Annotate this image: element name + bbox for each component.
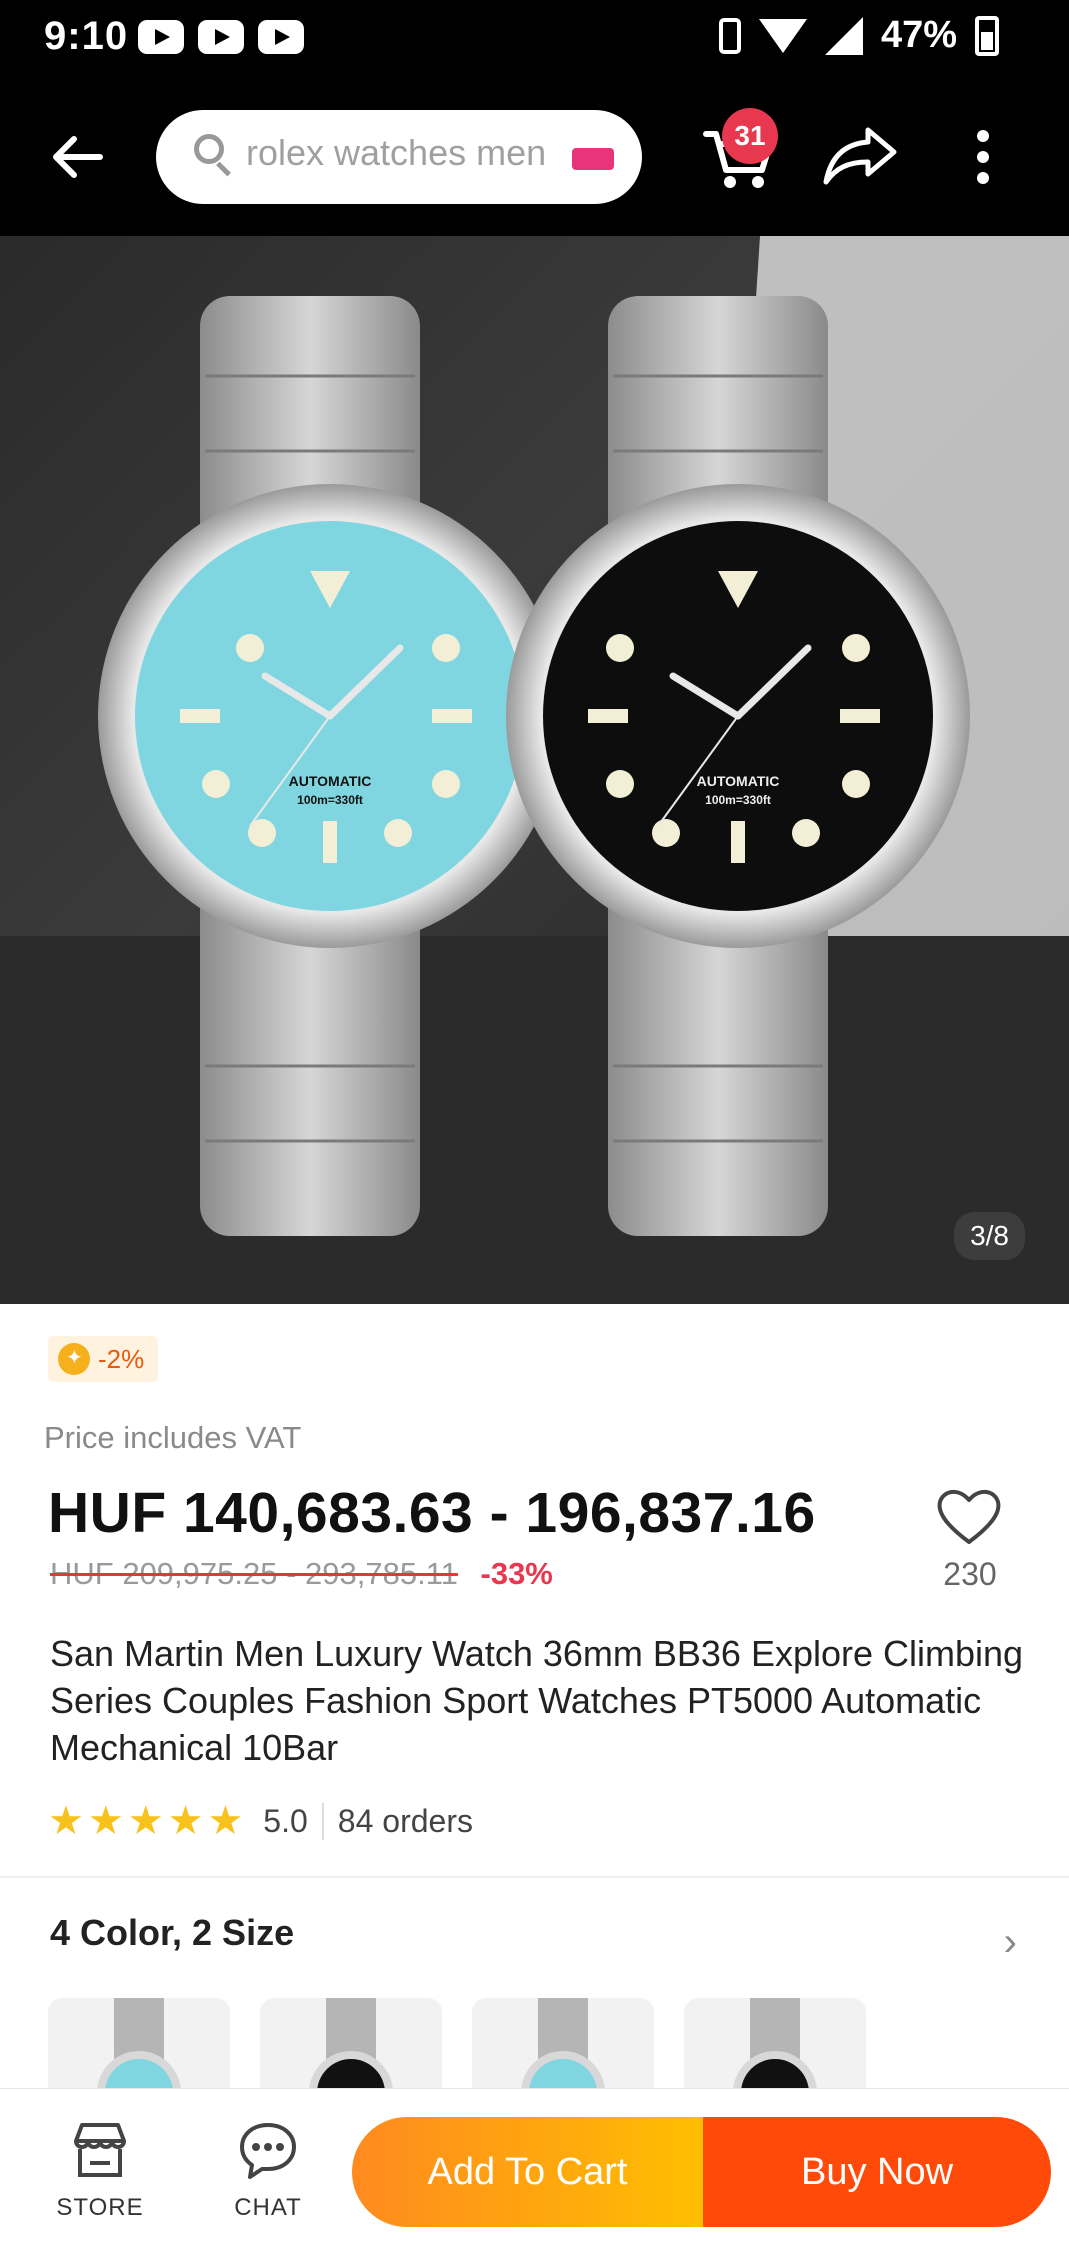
image-counter: 3/8	[954, 1212, 1025, 1260]
orders-count: 84 orders	[337, 1802, 473, 1839]
variant-thumb-black[interactable]	[684, 1998, 866, 2088]
search-input[interactable]: rolex watches men	[156, 110, 642, 204]
wifi-icon	[758, 18, 807, 53]
product-image-gallery[interactable]: AUTOMATIC 100m=330ft AUTOMATIC 100m=330f…	[0, 236, 1069, 1304]
store-label: STORE	[56, 2194, 144, 2221]
watch-pair-image: AUTOMATIC 100m=330ft AUTOMATIC 100m=330f…	[0, 236, 1069, 1304]
battery-percent: 47%	[880, 14, 957, 56]
back-arrow-icon[interactable]	[44, 123, 112, 191]
dial-text-depth: 100m=330ft	[297, 793, 363, 807]
signal-icon	[824, 16, 863, 55]
star-icon: ★	[167, 1799, 204, 1843]
search-query: rolex watches men	[246, 132, 547, 173]
variant-thumbnails	[48, 1998, 866, 2088]
chat-icon	[240, 2123, 296, 2179]
vat-note: Price includes VAT	[44, 1420, 302, 1455]
star-icon: ★	[207, 1799, 244, 1843]
rating-row[interactable]: ★ ★ ★ ★ ★ 5.0 84 orders	[48, 1798, 473, 1844]
store-button[interactable]: STORE	[40, 2119, 160, 2222]
status-bar: 9:10 47%	[0, 0, 1069, 78]
star-icon: ★	[127, 1799, 164, 1843]
add-to-cart-button[interactable]: Add To Cart	[352, 2117, 703, 2227]
divider	[0, 1876, 1069, 1878]
cart-badge: 31	[722, 108, 778, 164]
share-icon[interactable]	[820, 120, 902, 190]
coin-discount-badge[interactable]: -2%	[48, 1336, 159, 1382]
original-price: HUF 209,975.25 - 293,785.11	[50, 1556, 458, 1591]
store-icon	[74, 2123, 126, 2177]
coin-discount-text: -2%	[98, 1343, 145, 1374]
search-icon	[194, 134, 224, 164]
notification-icons	[138, 20, 304, 54]
variant-selector[interactable]: 4 Color, 2 Size	[50, 1912, 294, 1954]
original-price-row: HUF 209,975.25 - 293,785.11 -33%	[50, 1556, 553, 1592]
wishlist-count: 230	[943, 1556, 997, 1592]
status-time: 9:10	[44, 14, 129, 58]
chat-button[interactable]: CHAT	[208, 2119, 328, 2222]
vibrate-icon	[718, 17, 741, 54]
heart-icon[interactable]	[934, 1484, 1004, 1548]
star-icon: ★	[87, 1799, 124, 1843]
dial-text-automatic: AUTOMATIC	[697, 773, 780, 789]
top-nav: rolex watches men 31	[0, 78, 1069, 236]
youtube-icon	[198, 20, 244, 54]
star-icon: ★	[48, 1799, 84, 1843]
variant-thumb-black[interactable]	[260, 1998, 442, 2088]
coupon-icon[interactable]	[572, 148, 614, 170]
rating-value: 5.0	[263, 1802, 324, 1840]
product-title: San Martin Men Luxury Watch 36mm BB36 Ex…	[50, 1633, 1024, 1768]
discount-percent: -33%	[480, 1556, 553, 1591]
variant-thumb-blue[interactable]	[48, 1998, 230, 2088]
price-range: HUF 140,683.63 - 196,837.16	[48, 1481, 816, 1545]
chevron-right-icon[interactable]: ›	[1004, 1920, 1017, 1965]
coin-icon	[58, 1343, 90, 1375]
battery-icon	[975, 15, 999, 56]
youtube-icon	[258, 20, 304, 54]
variant-thumb-blue[interactable]	[472, 1998, 654, 2088]
dial-text-depth: 100m=330ft	[705, 793, 771, 807]
system-icons: 47%	[718, 14, 999, 57]
dial-text-automatic: AUTOMATIC	[289, 773, 372, 789]
chat-label: CHAT	[234, 2194, 302, 2221]
buy-now-button[interactable]: Buy Now	[703, 2117, 1051, 2227]
bottom-action-bar: STORE CHAT Add To Cart Buy Now	[0, 2088, 1069, 2257]
more-options-icon[interactable]	[958, 122, 1008, 192]
youtube-icon	[138, 20, 184, 54]
